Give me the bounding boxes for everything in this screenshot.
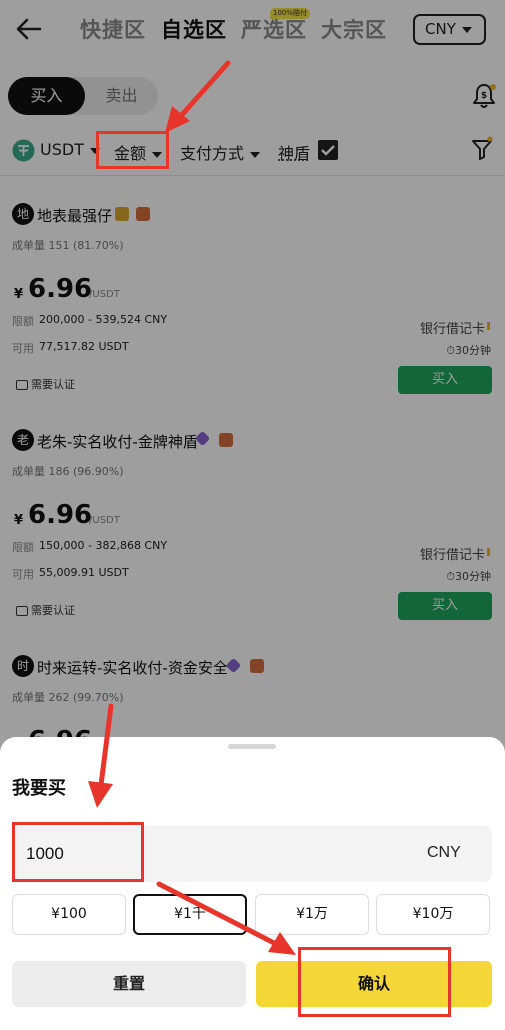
- quick-amount-100k[interactable]: ¥10万: [376, 894, 490, 935]
- quick-amount-100[interactable]: ¥100: [12, 894, 126, 935]
- sheet-drag-handle[interactable]: [228, 744, 276, 749]
- reset-button[interactable]: 重置: [12, 961, 246, 1007]
- amount-currency: CNY: [427, 844, 461, 861]
- annotation-box-amount-filter: [96, 131, 169, 169]
- sheet-title: 我要买: [12, 778, 66, 799]
- annotation-box-amount-input: [12, 822, 144, 882]
- quick-amount-1k[interactable]: ¥1千: [133, 894, 247, 935]
- quick-amount-10k[interactable]: ¥1万: [255, 894, 369, 935]
- annotation-box-confirm: [298, 947, 451, 1017]
